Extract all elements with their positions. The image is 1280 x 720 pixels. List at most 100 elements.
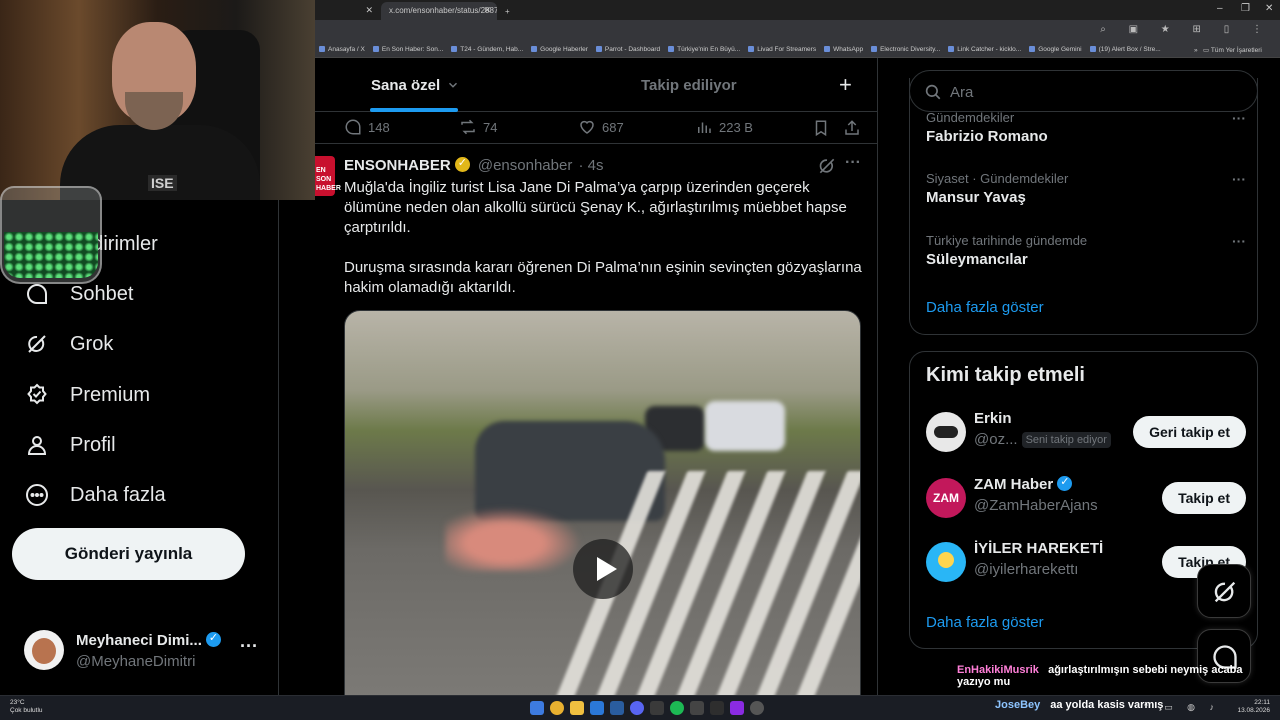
nav-label: Premium: [70, 383, 151, 406]
app-icon[interactable]: [650, 701, 664, 715]
account-more-icon[interactable]: ···: [240, 636, 258, 657]
tweet-video[interactable]: [344, 310, 861, 695]
toolbar-icons[interactable]: ⌕ ▣ ★ ⊞ ▯ ⋮: [1100, 24, 1272, 35]
clock-time: 22:11: [1254, 699, 1270, 706]
right-sidebar: Gündemdekiler Fabrizio Romano ··· Siyase…: [879, 58, 1280, 695]
app-icon[interactable]: [730, 701, 744, 715]
reply-action[interactable]: 148: [344, 118, 390, 136]
bookmark-item[interactable]: T24 - Gündem, Hab...: [451, 46, 523, 53]
tweet-more-icon[interactable]: ···: [845, 154, 861, 172]
bead-jar-overlay: [0, 186, 102, 284]
tweet-time[interactable]: · 4s: [579, 157, 604, 174]
stream-chat-message: EnHakikiMusrik ağırlaştırılmışın sebebi …: [957, 664, 1277, 688]
tweet-author-name[interactable]: ENSONHABER: [344, 157, 451, 174]
all-bookmarks[interactable]: » ▭ Tüm Yer İşaretleri: [1194, 46, 1280, 57]
grok-icon: [1214, 581, 1236, 603]
add-tab-button[interactable]: +: [839, 72, 852, 98]
grok-icon: [24, 331, 50, 357]
bookmark-item[interactable]: Link Catcher - kicklo...: [948, 46, 1021, 53]
close-tab-icon[interactable]: ✕: [483, 5, 491, 16]
bookmark-item[interactable]: Google Haberler: [531, 46, 588, 53]
follow-button[interactable]: Takip et: [1162, 482, 1246, 514]
bookmark-item[interactable]: Electronic Diversity...: [871, 46, 940, 53]
maximize-button[interactable]: ❐: [1241, 3, 1250, 14]
browser-tab-previous[interactable]: ✕: [321, 2, 379, 20]
bookmark-item[interactable]: WhatsApp: [824, 46, 863, 53]
grok-explain-icon[interactable]: [817, 156, 837, 176]
tab-label: Sana özel: [371, 76, 441, 94]
account-switcher[interactable]: Meyhaneci Dimi... @MeyhaneDimitri ···: [24, 626, 274, 678]
steam-icon[interactable]: [610, 701, 624, 715]
nav-label: Sohbet: [70, 282, 134, 305]
post-button[interactable]: Gönderi yayınla: [12, 528, 245, 580]
views-action[interactable]: 223 B: [695, 118, 753, 136]
like-action[interactable]: 687: [578, 118, 624, 136]
app-icon[interactable]: [590, 701, 604, 715]
bookmark-item[interactable]: En Son Haber: Son...: [373, 46, 443, 53]
timeline-tabs: Sana özel Takip ediliyor +: [315, 58, 877, 112]
bookmark-item[interactable]: Livad For Streamers: [748, 46, 816, 53]
weather-desc: Çok bulutlu: [10, 707, 43, 714]
premium-icon: [24, 382, 50, 408]
trend-more-icon[interactable]: ···: [1232, 171, 1246, 187]
nav-item-premium[interactable]: Premium: [24, 375, 150, 415]
minimize-button[interactable]: –: [1217, 3, 1223, 14]
close-tab-icon[interactable]: ✕: [365, 5, 373, 16]
bookmark-item[interactable]: Parrot - Dashboard: [596, 46, 660, 53]
search-input[interactable]: [950, 81, 1240, 103]
bookmark-item[interactable]: Anasayfa / X: [319, 46, 365, 53]
bookmark-icon[interactable]: [812, 119, 830, 137]
who-to-follow-show-more-link[interactable]: Daha fazla göster: [926, 614, 1044, 631]
trend-context: Gündemdekiler: [926, 110, 1015, 125]
bookmark-item[interactable]: (19) Alert Box / Stre...: [1090, 46, 1161, 53]
spotify-icon[interactable]: [670, 701, 684, 715]
repost-action[interactable]: 74: [459, 118, 497, 136]
shirt-print: ISE: [148, 175, 177, 191]
follows-you-badge: Seni takip ediyor: [1021, 432, 1111, 448]
tab-following[interactable]: Takip ediliyor: [641, 58, 737, 112]
bookmark-item[interactable]: Türkiye'nin En Büyü...: [668, 46, 740, 53]
trends-show-more-link[interactable]: Daha fazla göster: [926, 299, 1044, 316]
repost-count: 74: [483, 119, 498, 135]
nav-item-profile[interactable]: Profil: [24, 425, 116, 465]
follow-suggestion[interactable]: ZAM ZAM Haber @ZamHaberAjans Takip et: [926, 474, 1246, 524]
follow-back-button[interactable]: Geri takip et: [1133, 416, 1246, 448]
trend-title: Fabrizio Romano: [926, 128, 1048, 145]
bookmarks-more-icon[interactable]: »: [1194, 47, 1198, 54]
play-button[interactable]: [573, 539, 633, 599]
epic-games-icon[interactable]: [690, 701, 704, 715]
file-explorer-icon[interactable]: [570, 701, 584, 715]
verified-badge-icon: [454, 156, 470, 172]
trend-more-icon[interactable]: ···: [1232, 233, 1246, 249]
chrome-icon[interactable]: [550, 701, 564, 715]
tweet-author-handle[interactable]: @ensonhaber: [478, 157, 572, 174]
trend-item[interactable]: Gündemdekiler Fabrizio Romano ···: [926, 110, 1246, 145]
tweet[interactable]: EN SON HABER ENSONHABER @ensonhaber · 4s…: [315, 144, 877, 695]
start-icon[interactable]: [530, 701, 544, 715]
suggestion-handle: @iyilerharekettı: [974, 561, 1079, 578]
close-window-button[interactable]: ✕: [1265, 3, 1273, 14]
weather-widget[interactable]: 23°C Çok bulutlu: [10, 699, 43, 715]
tweet-author-avatar[interactable]: EN SON HABER: [315, 156, 341, 196]
trend-item[interactable]: Siyaset · Gündemdekiler Mansur Yavaş ···: [926, 171, 1246, 206]
obs-icon[interactable]: [750, 701, 764, 715]
follow-suggestion[interactable]: Erkin @oz... Seni takip ediyor Geri takip…: [926, 408, 1246, 458]
verified-badge-icon: [205, 631, 221, 647]
discord-icon[interactable]: [630, 701, 644, 715]
nav-item-grok[interactable]: Grok: [24, 324, 113, 364]
share-icon[interactable]: [843, 119, 861, 137]
browser-tab-active[interactable]: x.com/ensonhaber/status/2087 ✕: [381, 2, 497, 20]
tab-for-you[interactable]: Sana özel: [371, 58, 460, 112]
reply-count: 148: [368, 119, 390, 135]
clock[interactable]: 22:11 13.08.2026: [1237, 699, 1270, 715]
search-icon: [925, 84, 941, 100]
stream-chat-message: JoseBey aa yolda kasis varmış: [995, 699, 1163, 711]
new-tab-button[interactable]: +: [497, 3, 518, 21]
nav-item-more[interactable]: Daha fazla: [24, 475, 166, 515]
bookmark-item[interactable]: Google Gemini: [1029, 46, 1081, 53]
search-box[interactable]: [909, 70, 1258, 112]
app-icon[interactable]: [710, 701, 724, 715]
grok-floating-button[interactable]: [1197, 564, 1251, 618]
trend-more-icon[interactable]: ···: [1232, 110, 1246, 126]
trend-item[interactable]: Türkiye tarihinde gündemde Süleymancılar…: [926, 233, 1246, 268]
